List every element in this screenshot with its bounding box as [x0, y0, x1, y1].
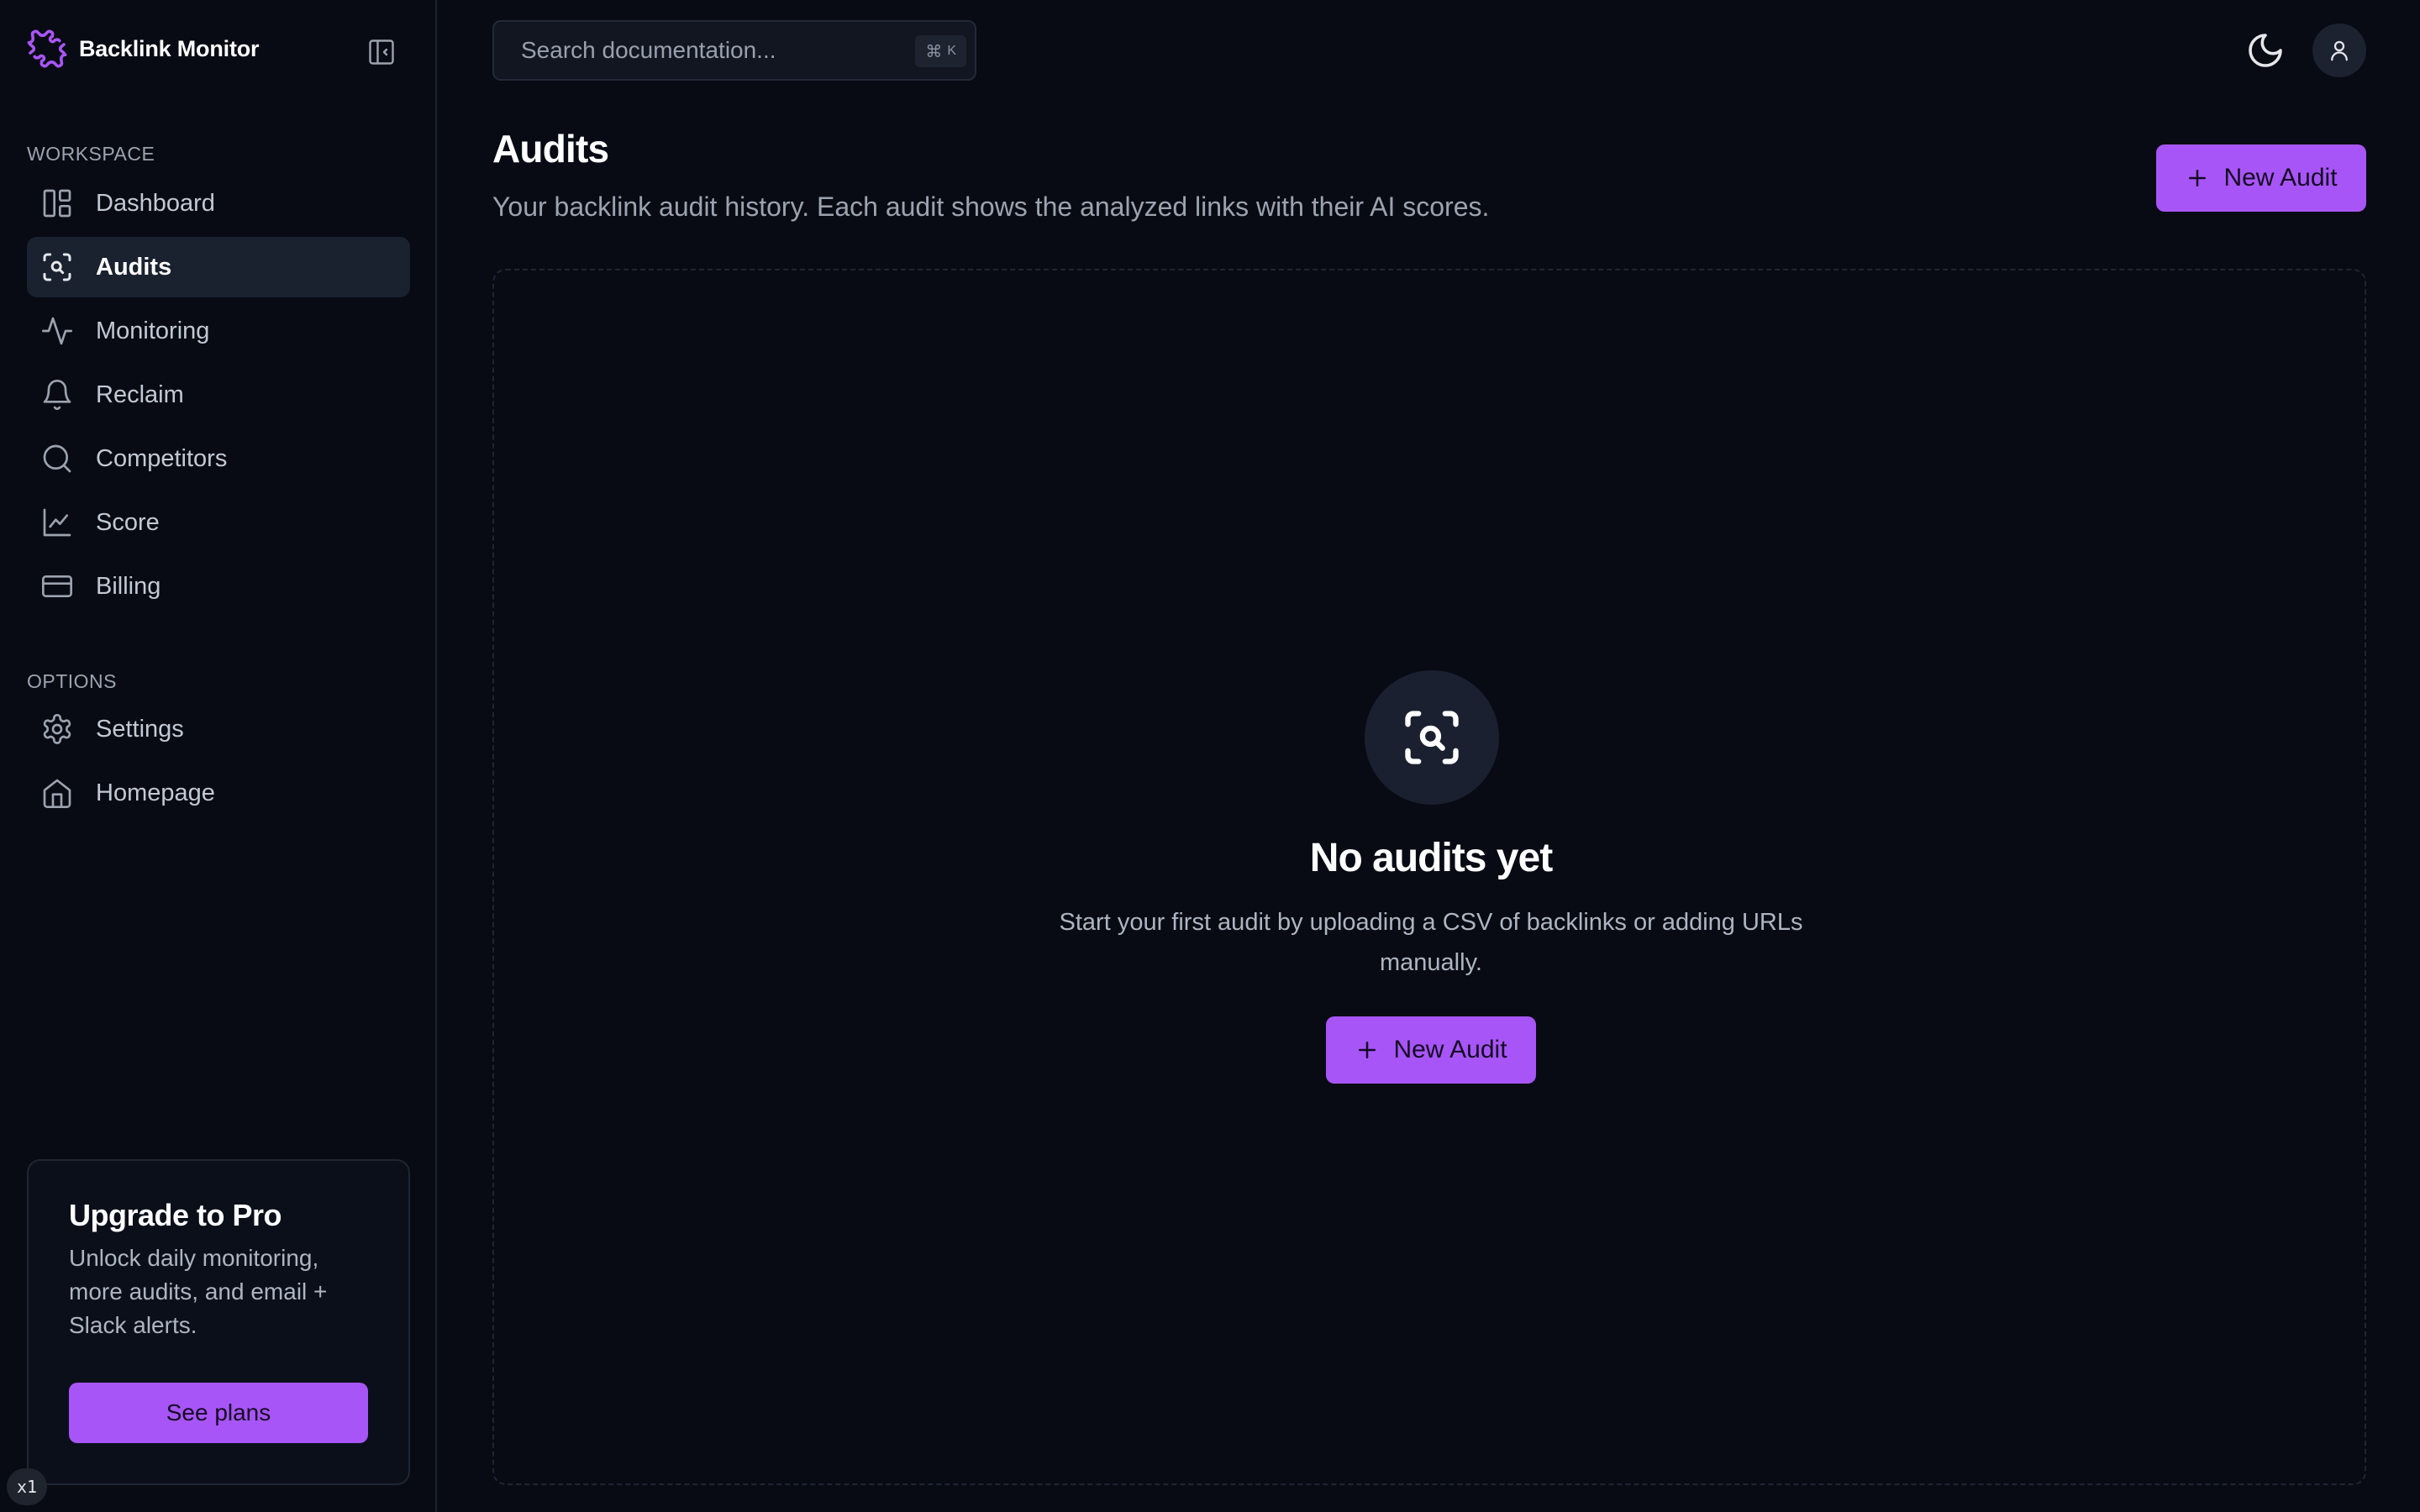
- sidebar-item-label: Competitors: [96, 444, 228, 472]
- scan-search-icon: [1405, 711, 1459, 764]
- shortcut-badge: ⌘ K: [915, 35, 966, 67]
- empty-state-icon-circle: [1365, 670, 1499, 805]
- sidebar-item-label: Reclaim: [96, 381, 184, 408]
- sidebar-item-label: Monitoring: [96, 317, 210, 344]
- new-audit-label: New Audit: [2223, 164, 2338, 192]
- gear-icon: [43, 714, 71, 744]
- page-subtitle: Your backlink audit history. Each audit …: [492, 192, 1490, 222]
- empty-state-text: Start your first audit by uploading a CS…: [1059, 909, 1803, 976]
- empty-state-title: No audits yet: [1309, 836, 1553, 880]
- sidebar-item-settings[interactable]: Settings: [27, 699, 410, 759]
- moon-icon[interactable]: [2245, 30, 2286, 71]
- sidebar-item-label: Billing: [96, 572, 161, 600]
- puzzle-icon: [27, 29, 67, 68]
- upgrade-title: Upgrade to Pro: [69, 1198, 282, 1232]
- upgrade-text: Unlock daily monitoring, more audits, an…: [69, 1245, 328, 1338]
- workspace-section-label: WORKSPACE: [27, 143, 155, 165]
- sidebar-item-dashboard[interactable]: Dashboard: [27, 173, 410, 234]
- command-key-icon: ⌘: [925, 42, 943, 61]
- workspace-nav: Dashboard Audits Monitoring Reclaim Comp…: [27, 173, 410, 620]
- sidebar-item-reclaim[interactable]: Reclaim: [27, 365, 410, 425]
- sidebar-item-audits[interactable]: Audits: [27, 237, 410, 297]
- sidebar-item-label: Settings: [96, 715, 184, 743]
- dashboard-icon: [43, 189, 71, 218]
- user-icon: [2331, 40, 2348, 61]
- activity-icon: [42, 317, 72, 345]
- empty-state-new-audit-button[interactable]: New Audit: [1326, 1016, 1536, 1084]
- avatar[interactable]: [2312, 24, 2366, 77]
- zoom-badge[interactable]: x1: [7, 1468, 47, 1505]
- brand[interactable]: Backlink Monitor: [27, 29, 260, 69]
- empty-state-button-label: New Audit: [1393, 1036, 1507, 1063]
- sidebar-item-competitors[interactable]: Competitors: [27, 428, 410, 489]
- line-chart-icon: [43, 508, 71, 537]
- page-title: Audits: [492, 127, 609, 171]
- sidebar-item-monitoring[interactable]: Monitoring: [27, 301, 410, 361]
- sidebar-item-label: Audits: [96, 253, 172, 281]
- sidebar-item-label: Homepage: [96, 779, 215, 806]
- shortcut-key: K: [947, 44, 956, 58]
- sidebar-item-label: Score: [96, 508, 160, 536]
- sidebar-collapse-icon[interactable]: [366, 37, 397, 67]
- sidebar: Backlink Monitor WORKSPACE Dashboard Aud…: [0, 0, 437, 1512]
- options-section-label: OPTIONS: [27, 670, 118, 692]
- bell-icon: [43, 380, 71, 410]
- home-icon: [43, 779, 71, 808]
- plus-icon: [2189, 170, 2207, 186]
- credit-card-icon: [42, 575, 72, 597]
- see-plans-button[interactable]: See plans: [69, 1383, 368, 1443]
- sidebar-item-billing[interactable]: Billing: [27, 556, 410, 617]
- brand-name: Backlink Monitor: [79, 35, 260, 61]
- sidebar-item-label: Dashboard: [96, 189, 215, 217]
- sidebar-item-score[interactable]: Score: [27, 492, 410, 553]
- options-nav: Settings Homepage: [27, 699, 410, 827]
- audits-empty-panel: No audits yet Start your first audit by …: [492, 269, 2366, 1485]
- new-audit-button[interactable]: New Audit: [2156, 144, 2366, 212]
- search-placeholder: Search documentation...: [521, 37, 776, 63]
- upgrade-card: Upgrade to Pro Unlock daily monitoring, …: [27, 1159, 410, 1485]
- app-root: Backlink Monitor WORKSPACE Dashboard Aud…: [0, 0, 2420, 1512]
- search-icon: [43, 444, 71, 473]
- search-input[interactable]: Search documentation... ⌘ K: [492, 20, 976, 81]
- sidebar-item-homepage[interactable]: Homepage: [27, 763, 410, 823]
- plus-icon: [1359, 1042, 1376, 1058]
- scan-search-icon: [43, 253, 71, 281]
